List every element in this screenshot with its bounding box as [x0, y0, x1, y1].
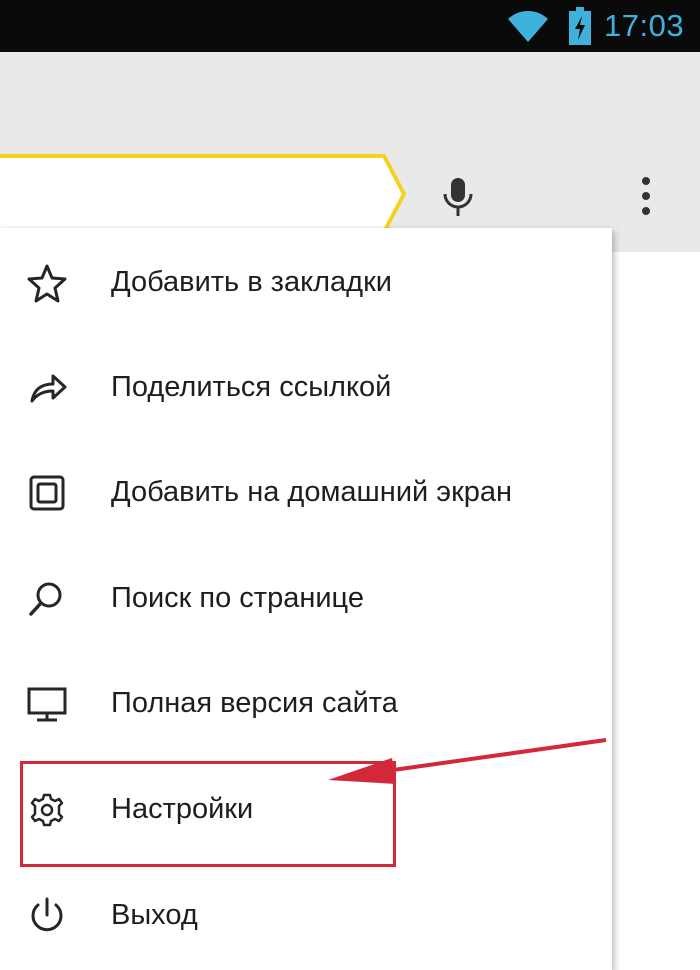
annotation-highlight-box — [20, 761, 396, 867]
menu-item-label: Добавить на домашний экран — [111, 476, 513, 508]
menu-item-add-bookmark[interactable]: Добавить в закладки — [0, 230, 612, 335]
share-icon — [30, 374, 67, 403]
wifi-icon — [508, 10, 548, 42]
desktop-icon — [27, 687, 67, 722]
star-icon — [27, 264, 67, 303]
menu-item-share-link[interactable]: Поделиться ссылкой — [0, 335, 612, 440]
menu-item-label: Поделиться ссылкой — [111, 371, 392, 403]
power-icon — [31, 897, 63, 932]
menu-item-find-in-page[interactable]: Поиск по странице — [0, 546, 612, 651]
more-vertical-icon[interactable] — [628, 172, 664, 224]
status-bar: 17:03 — [0, 0, 700, 52]
menu-item-label: Выход — [111, 899, 198, 931]
menu-item-desktop-version[interactable]: Полная версия сайта — [0, 651, 612, 756]
menu-item-label: Добавить в закладки — [111, 266, 392, 298]
menu-item-label: Полная версия сайта — [111, 687, 398, 719]
search-icon — [29, 582, 62, 616]
home-screen-icon — [29, 475, 65, 511]
menu-item-label: Поиск по странице — [111, 582, 364, 614]
menu-item-add-home-screen[interactable]: Добавить на домашний экран — [0, 440, 612, 545]
clock: 17:03 — [604, 8, 685, 43]
microphone-icon[interactable] — [438, 176, 478, 220]
menu-item-exit[interactable]: Выход — [0, 863, 612, 968]
address-bar[interactable] — [0, 104, 420, 232]
battery-charging-icon — [569, 7, 591, 45]
